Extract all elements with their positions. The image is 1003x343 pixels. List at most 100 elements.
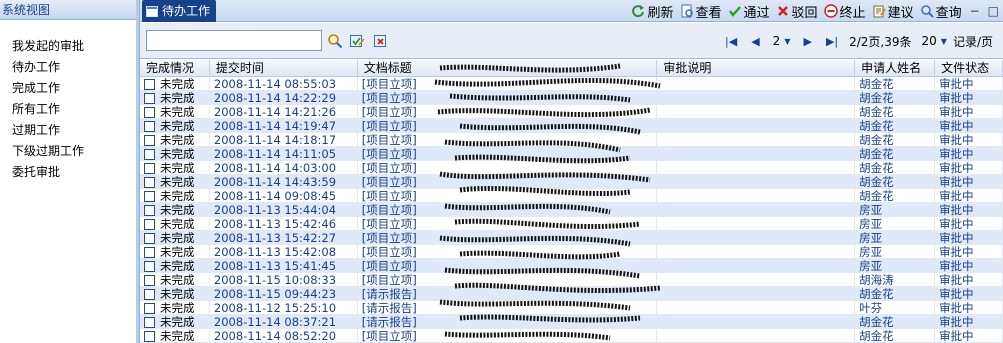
comment-cell (657, 133, 856, 147)
table-row[interactable]: 未完成 2008-11-15 09:44:23 [请示报告] 胡金花 审批中 (140, 287, 1003, 301)
title-cell[interactable]: [项目立项] (358, 273, 658, 287)
nav-item-todo[interactable]: 待办工作 (0, 57, 136, 78)
table-row[interactable]: 未完成 2008-11-13 15:44:04 [项目立项] 房亚 审批中 (140, 203, 1003, 217)
row-checkbox[interactable] (144, 275, 155, 286)
table-row[interactable]: 未完成 2008-11-14 14:03:00 [项目立项] 胡金花 审批中 (140, 161, 1003, 175)
row-checkbox[interactable] (144, 149, 155, 160)
table-row[interactable]: 未完成 2008-11-14 08:37:21 [请示报告] 胡金花 审批中 (140, 315, 1003, 329)
title-cell[interactable]: [项目立项] (358, 217, 658, 231)
table-row[interactable]: 未完成 2008-11-14 08:55:03 [项目立项] 胡金花 审批中 (140, 77, 1003, 91)
row-checkbox[interactable] (144, 121, 155, 132)
tab-todo[interactable]: 待办工作 (142, 0, 217, 22)
applicant-cell: 胡金花 (855, 119, 936, 133)
last-page-icon[interactable]: ▶| (826, 35, 838, 48)
column-header-title[interactable]: 文档标题 (358, 60, 658, 77)
title-cell[interactable]: [项目立项] (358, 259, 658, 273)
table-row[interactable]: 未完成 2008-11-14 14:21:26 [项目立项] 胡金花 审批中 (140, 105, 1003, 119)
suggest-button[interactable]: 建议 (872, 2, 914, 21)
title-cell[interactable]: [项目立项] (358, 119, 658, 133)
title-cell[interactable]: [项目立项] (358, 91, 658, 105)
title-cell[interactable]: [项目立项] (358, 189, 658, 203)
edit-document-icon[interactable] (348, 32, 365, 49)
table-row[interactable]: 未完成 2008-11-14 14:18:17 [项目立项] 胡金花 审批中 (140, 133, 1003, 147)
nav-item-overdue[interactable]: 过期工作 (0, 120, 136, 141)
table-row[interactable]: 未完成 2008-11-14 14:11:05 [项目立项] 胡金花 审批中 (140, 147, 1003, 161)
column-header-comment[interactable]: 审批说明 (657, 60, 856, 77)
applicant-cell: 胡海涛 (855, 273, 936, 287)
table-row[interactable]: 未完成 2008-11-12 15:25:10 [请示报告] 叶芬 审批中 (140, 301, 1003, 315)
status-cell: 未完成 (140, 119, 210, 133)
row-checkbox[interactable] (144, 135, 155, 146)
title-cell[interactable]: [项目立项] (358, 231, 658, 245)
column-header-time[interactable]: 提交时间 (210, 60, 358, 77)
row-checkbox[interactable] (144, 177, 155, 188)
column-header-applicant[interactable]: 申请人姓名 (855, 60, 936, 77)
table-row[interactable]: 未完成 2008-11-13 15:42:08 [项目立项] 房亚 审批中 (140, 245, 1003, 259)
page-select[interactable]: 2 ▼ (773, 34, 791, 48)
first-page-icon[interactable]: |◀ (725, 35, 737, 48)
title-cell[interactable]: [项目立项] (358, 161, 658, 175)
nav-item-subordinate-overdue[interactable]: 下级过期工作 (0, 141, 136, 162)
status-text: 未完成 (160, 189, 195, 203)
per-page-select[interactable]: 20 ▼ (922, 34, 947, 48)
comment-cell (657, 77, 856, 91)
row-checkbox[interactable] (144, 303, 155, 314)
table-row[interactable]: 未完成 2008-11-14 14:22:29 [项目立项] 胡金花 审批中 (140, 91, 1003, 105)
reject-button[interactable]: 驳回 (776, 2, 818, 21)
row-checkbox[interactable] (144, 247, 155, 258)
search-icon[interactable] (326, 32, 343, 49)
table-row[interactable]: 未完成 2008-11-14 14:43:59 [项目立项] 胡金花 审批中 (140, 175, 1003, 189)
row-checkbox[interactable] (144, 205, 155, 216)
nav-item-all[interactable]: 所有工作 (0, 99, 136, 120)
row-checkbox[interactable] (144, 289, 155, 300)
row-checkbox[interactable] (144, 219, 155, 230)
row-checkbox[interactable] (144, 261, 155, 272)
title-cell[interactable]: [项目立项] (358, 175, 658, 189)
table-row[interactable]: 未完成 2008-11-13 15:42:27 [项目立项] 房亚 审批中 (140, 231, 1003, 245)
row-checkbox[interactable] (144, 331, 155, 342)
row-checkbox[interactable] (144, 79, 155, 90)
refresh-button[interactable]: 刷新 (631, 2, 674, 21)
refresh-label: 刷新 (647, 5, 674, 21)
row-checkbox[interactable] (144, 163, 155, 174)
title-cell[interactable]: [项目立项] (358, 147, 658, 161)
title-cell[interactable]: [请示报告] (358, 287, 658, 301)
search-input[interactable] (146, 30, 322, 51)
prev-page-icon[interactable]: ◀ (751, 35, 759, 48)
applicant-cell: 房亚 (855, 259, 936, 273)
table-row[interactable]: 未完成 2008-11-13 15:41:45 [项目立项] 房亚 审批中 (140, 259, 1003, 273)
terminate-button[interactable]: 终止 (823, 2, 866, 21)
title-cell[interactable]: [项目立项] (358, 105, 658, 119)
approve-button[interactable]: 通过 (728, 2, 770, 21)
table-row[interactable]: 未完成 2008-11-13 15:42:46 [项目立项] 房亚 审批中 (140, 217, 1003, 231)
view-button[interactable]: 查看 (680, 2, 722, 21)
title-cell[interactable]: [项目立项] (358, 77, 658, 91)
row-checkbox[interactable] (144, 317, 155, 328)
row-checkbox[interactable] (144, 233, 155, 244)
minimize-icon[interactable]: − (970, 4, 980, 18)
nav-item-my-initiated[interactable]: 我发起的审批 (0, 36, 136, 57)
comment-cell (657, 119, 856, 133)
title-cell[interactable]: [项目立项] (358, 133, 658, 147)
nav-item-completed[interactable]: 完成工作 (0, 78, 136, 99)
column-header-status[interactable]: 完成情况 (140, 60, 210, 77)
title-cell[interactable]: [项目立项] (358, 203, 658, 217)
query-button[interactable]: 查询 (920, 2, 962, 21)
table-row[interactable]: 未完成 2008-11-14 09:08:45 [项目立项] 胡金花 审批中 (140, 189, 1003, 203)
title-cell[interactable]: [项目立项] (358, 245, 658, 259)
column-header-file-state[interactable]: 文件状态 (935, 60, 1003, 77)
table-row[interactable]: 未完成 2008-11-14 14:19:47 [项目立项] 胡金花 审批中 (140, 119, 1003, 133)
status-text: 未完成 (160, 119, 195, 133)
row-checkbox[interactable] (144, 107, 155, 118)
next-page-icon[interactable]: ▶ (803, 35, 811, 48)
title-cell[interactable]: [请示报告] (358, 301, 658, 315)
title-cell[interactable]: [项目立项] (358, 329, 658, 343)
row-checkbox[interactable] (144, 93, 155, 104)
row-checkbox[interactable] (144, 191, 155, 202)
table-row[interactable]: 未完成 2008-11-14 08:52:20 [项目立项] 胡金花 审批中 (140, 329, 1003, 343)
restore-icon[interactable]: □ (988, 4, 999, 18)
title-cell[interactable]: [请示报告] (358, 315, 658, 329)
nav-item-delegated[interactable]: 委托审批 (0, 162, 136, 183)
delete-document-icon[interactable] (372, 32, 389, 49)
table-row[interactable]: 未完成 2008-11-15 10:08:33 [项目立项] 胡海涛 审批中 (140, 273, 1003, 287)
